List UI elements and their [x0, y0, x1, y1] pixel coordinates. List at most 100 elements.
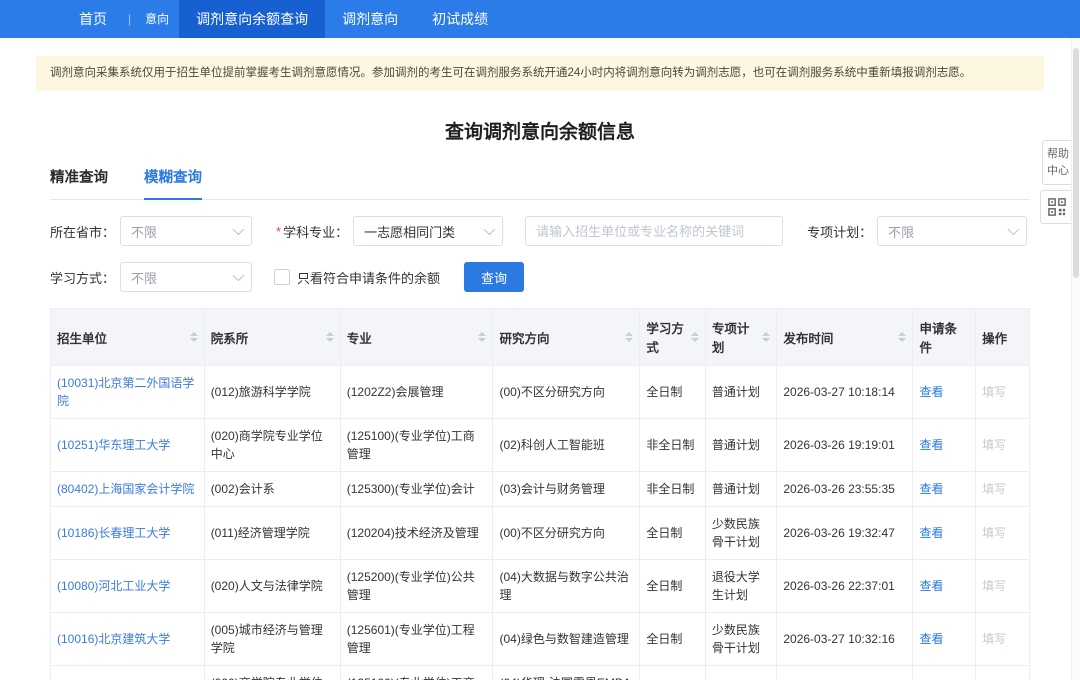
- column-header[interactable]: 研究方向: [492, 308, 641, 367]
- fill-link[interactable]: 填写: [982, 579, 1006, 593]
- cell-plan: 少数民族骨干计划: [704, 506, 778, 561]
- cell-apply-condition: 查看: [912, 665, 977, 680]
- notice-bar: 调剂意向采集系统仅用于招生单位提前掌握考生调剂意愿情况。参加调剂的考生可在调剂服…: [36, 56, 1044, 92]
- column-header[interactable]: 专项计划: [704, 308, 778, 367]
- column-header[interactable]: 发布时间: [776, 308, 914, 367]
- column-header-label: 发布时间: [783, 331, 834, 346]
- cell-dept: (012)旅游科学学院: [203, 365, 341, 420]
- cell-unit: (10251)华东理工大学: [50, 665, 205, 680]
- fill-link[interactable]: 填写: [982, 632, 1006, 646]
- sort-icon[interactable]: [625, 332, 634, 343]
- eligible-only-checkbox[interactable]: [274, 269, 291, 286]
- unit-link[interactable]: (10186)长春理工大学: [57, 526, 170, 540]
- subject-select[interactable]: 一志愿相同门类: [353, 216, 504, 247]
- view-link[interactable]: 查看: [919, 579, 943, 593]
- column-header-label: 学习方式: [646, 322, 684, 356]
- cell-operation: 填写: [975, 665, 1030, 680]
- fill-link[interactable]: 填写: [982, 526, 1006, 540]
- study-mode-label: 学习方式：: [50, 270, 116, 286]
- help-center-button[interactable]: 帮助中心: [1042, 140, 1074, 185]
- cell-direction: (04)绿色与数智建造管理: [492, 612, 641, 667]
- nav-divider: |: [128, 12, 132, 26]
- fill-link[interactable]: 填写: [982, 385, 1006, 399]
- chevron-down-icon: [1007, 224, 1020, 236]
- cell-direction: (04)大数据与数字公共治理: [492, 559, 641, 614]
- special-plan-select[interactable]: 不限: [877, 216, 1028, 247]
- cell-study_mode: 全日制: [639, 365, 706, 420]
- cell-apply-condition: 查看: [912, 365, 977, 420]
- column-header[interactable]: 招生单位: [50, 308, 205, 367]
- nav-item-5[interactable]: 初试成绩: [415, 0, 505, 38]
- cell-published: 2026-03-27 10:32:16: [776, 612, 914, 667]
- cell-dept: (011)经济管理学院: [203, 506, 341, 561]
- scrollbar-thumb[interactable]: [1073, 48, 1079, 278]
- column-header[interactable]: 专业: [339, 308, 494, 367]
- cell-study_mode: 全日制: [639, 612, 706, 667]
- filter-row-2: 学习方式： 不限 只看符合申请条件的余额 查询: [50, 262, 1030, 293]
- sort-icon[interactable]: [898, 332, 907, 343]
- nav-item-2[interactable]: 意向: [135, 0, 179, 38]
- unit-link[interactable]: (10016)北京建筑大学: [57, 632, 170, 646]
- tab-2[interactable]: 模糊查询: [144, 166, 202, 201]
- cell-apply-condition: 查看: [912, 612, 977, 667]
- search-button[interactable]: 查询: [464, 262, 525, 293]
- column-header-label: 专业: [346, 331, 372, 346]
- cell-unit: (10031)北京第二外国语学院: [50, 365, 205, 420]
- column-header[interactable]: 院系所: [203, 308, 341, 367]
- column-header-label: 专项计划: [711, 322, 750, 356]
- unit-link[interactable]: (10080)河北工业大学: [57, 579, 170, 593]
- sort-icon[interactable]: [189, 332, 198, 343]
- main-content: 精准查询 模糊查询 所在省市： 不限 * 学科专业： 一志愿相同门类 专项计划： …: [0, 166, 1080, 680]
- cell-direction: (02)科创人工智能班: [492, 418, 641, 473]
- nav-item-1[interactable]: 首页: [62, 0, 124, 38]
- view-link[interactable]: 查看: [919, 438, 943, 452]
- cell-operation: 填写: [975, 559, 1030, 614]
- qr-code-button[interactable]: [1040, 190, 1074, 224]
- sort-icon[interactable]: [325, 332, 334, 343]
- cell-published: 2026-03-26 19:19:01: [776, 418, 914, 473]
- cell-operation: 填写: [975, 365, 1030, 420]
- view-link[interactable]: 查看: [919, 385, 943, 399]
- cell-dept: (020)人文与法律学院: [203, 559, 341, 614]
- unit-link[interactable]: (80402)上海国家会计学院: [57, 482, 194, 496]
- cell-major: (125200)(专业学位)公共管理: [339, 559, 494, 614]
- page: 首页 | 意向 调剂意向余额查询 调剂意向 初试成绩 调剂意向采集系统仅用于招生单位提前掌…: [0, 0, 1080, 680]
- special-plan-select-value: 不限: [888, 224, 915, 240]
- study-mode-select-value: 不限: [131, 270, 158, 286]
- column-header: 申请条件: [912, 308, 977, 367]
- fill-link[interactable]: 填写: [982, 482, 1006, 496]
- column-header[interactable]: 学习方式: [639, 308, 706, 367]
- qr-code-icon: [1048, 198, 1066, 216]
- province-label: 所在省市：: [50, 224, 116, 240]
- filter-row-1: 所在省市： 不限 * 学科专业： 一志愿相同门类 专项计划： 不限: [50, 216, 1030, 247]
- study-mode-select[interactable]: 不限: [120, 262, 253, 293]
- keyword-input[interactable]: [525, 216, 784, 247]
- view-link[interactable]: 查看: [919, 482, 943, 496]
- fill-link[interactable]: 填写: [982, 438, 1006, 452]
- cell-major: (125601)(专业学位)工程管理: [339, 612, 494, 667]
- sort-icon[interactable]: [478, 332, 487, 343]
- cell-plan: 普通计划: [704, 471, 778, 508]
- view-link[interactable]: 查看: [919, 526, 943, 540]
- tab-1[interactable]: 精准查询: [50, 166, 108, 199]
- eligible-only-label: 只看符合申请条件的余额: [297, 270, 441, 286]
- cell-operation: 填写: [975, 612, 1030, 667]
- scrollbar[interactable]: [1071, 38, 1080, 680]
- view-link[interactable]: 查看: [919, 632, 943, 646]
- sort-icon[interactable]: [690, 332, 699, 343]
- unit-link[interactable]: (10251)华东理工大学: [57, 438, 170, 452]
- column-header: 操作: [975, 308, 1030, 367]
- province-select[interactable]: 不限: [120, 216, 253, 247]
- cell-plan: 普通计划: [704, 418, 778, 473]
- chevron-down-icon: [483, 224, 496, 236]
- table-row: (10031)北京第二外国语学院 (012)旅游科学学院 (1202Z2)会展管理(…: [50, 365, 1030, 420]
- page-title: 查询调剂意向余额信息: [444, 122, 635, 144]
- unit-link[interactable]: (10031)北京第二外国语学院: [57, 376, 194, 408]
- cell-unit: (10016)北京建筑大学: [50, 612, 205, 667]
- required-mark: *: [276, 223, 282, 239]
- nav-item-3[interactable]: 调剂意向余额查询: [179, 0, 326, 38]
- cell-apply-condition: 查看: [912, 418, 977, 473]
- nav-item-4[interactable]: 调剂意向: [325, 0, 415, 38]
- cell-study_mode: 非全日制: [639, 665, 706, 680]
- sort-icon[interactable]: [762, 332, 771, 343]
